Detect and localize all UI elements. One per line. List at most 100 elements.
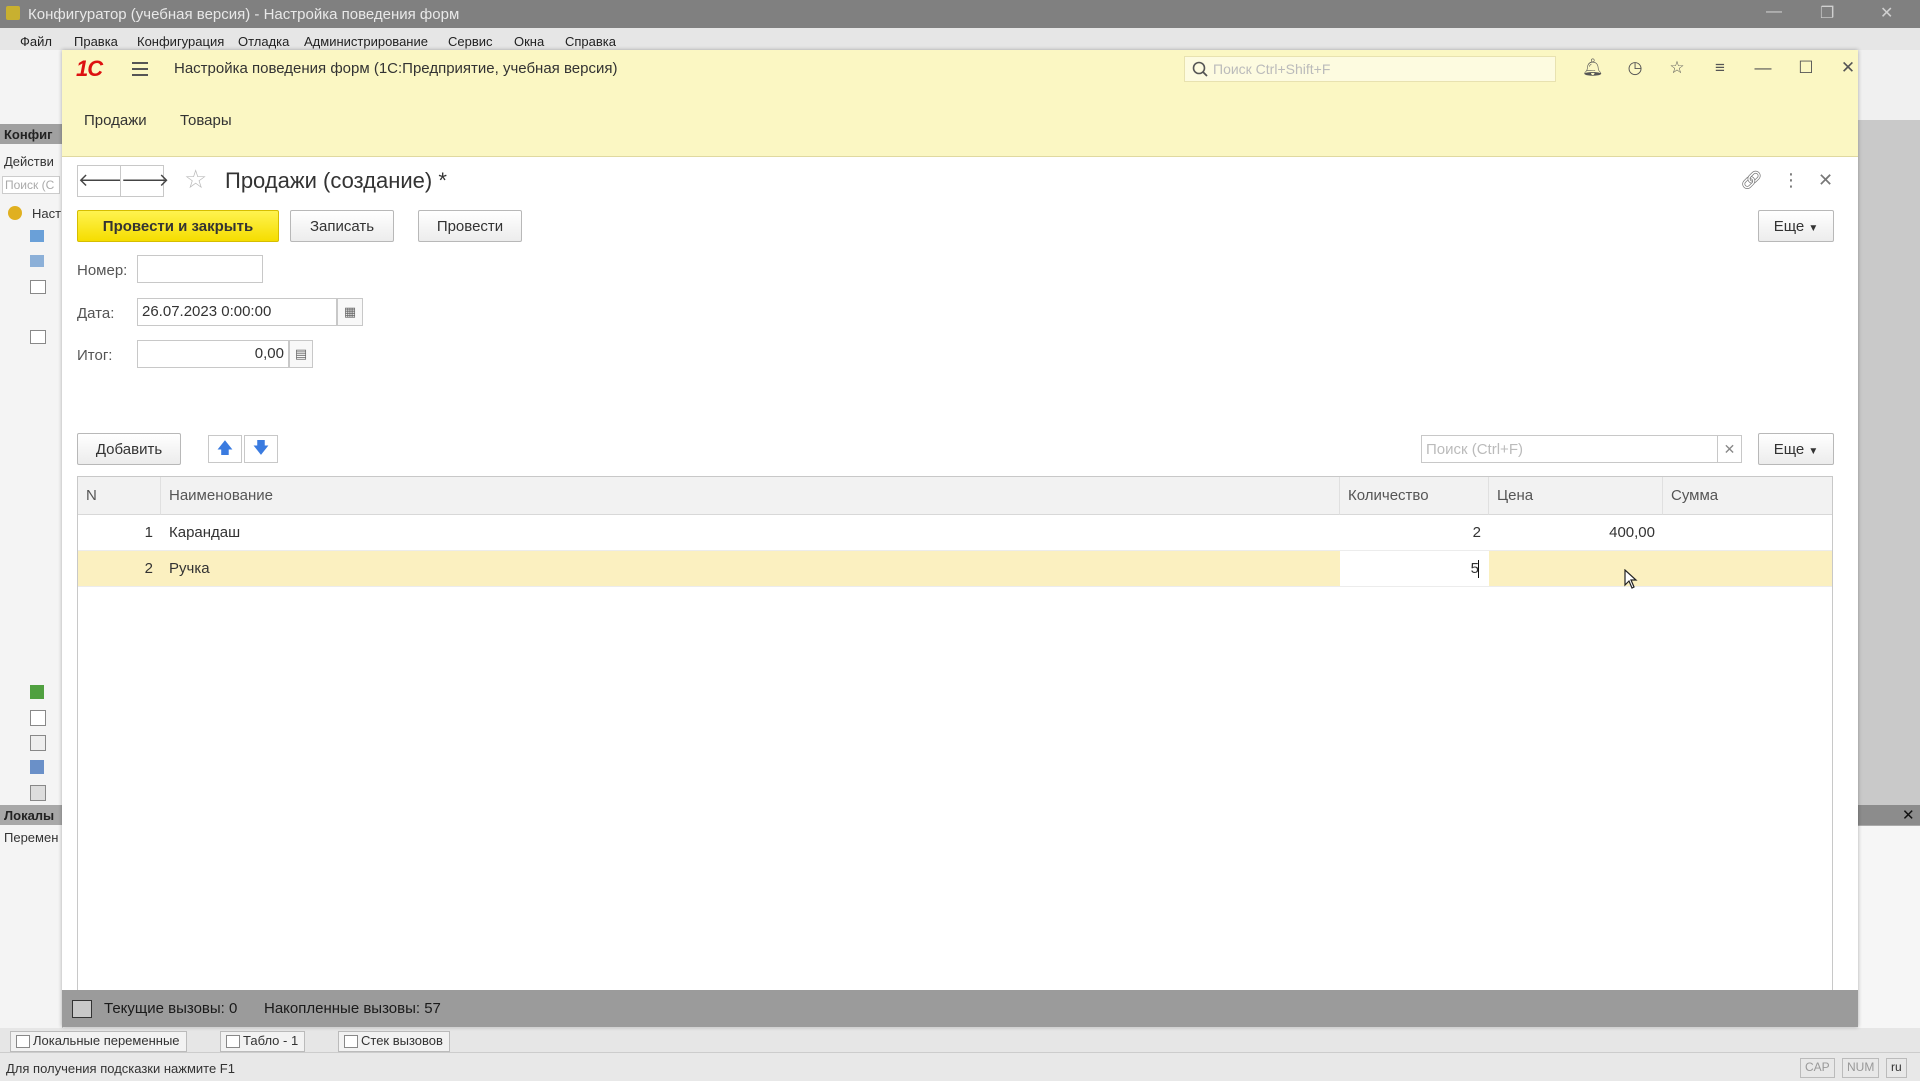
minimize-icon[interactable]: —: [1753, 58, 1773, 78]
menu-configuration[interactable]: Конфигурация: [137, 34, 224, 49]
menu-edit[interactable]: Правка: [74, 34, 118, 49]
back-button[interactable]: 🡐: [77, 165, 126, 197]
column-header-name[interactable]: Наименование: [161, 477, 1340, 515]
call-stack-icon: [344, 1035, 358, 1048]
more-settings-icon[interactable]: ≡: [1710, 58, 1730, 78]
tree-node-icon[interactable]: [30, 685, 44, 699]
menu-administration[interactable]: Администрирование: [304, 34, 428, 49]
actions-label[interactable]: Действи: [4, 154, 54, 169]
config-root-icon: [8, 206, 22, 220]
add-row-button[interactable]: Добавить: [77, 433, 181, 465]
favorite-star-icon[interactable]: ☆: [184, 164, 207, 195]
favorites-icon[interactable]: ☆: [1667, 58, 1687, 78]
tab-call-stack[interactable]: Стек вызовов: [338, 1031, 450, 1052]
locals-right-panel: [1858, 825, 1920, 1029]
more-label: Еще: [1773, 218, 1805, 235]
notifications-icon[interactable]: 🔔︎: [1582, 58, 1604, 78]
window-title-bar: 1С Настройка поведения форм (1С:Предприя…: [62, 50, 1858, 87]
maximize-icon[interactable]: ☐: [1796, 58, 1816, 78]
watch-icon: [226, 1035, 240, 1048]
tree-node-icon[interactable]: [30, 280, 46, 294]
section-sales[interactable]: Продажи: [84, 112, 147, 129]
table-search-input[interactable]: Поиск (Ctrl+F): [1421, 435, 1718, 463]
close-panel-icon[interactable]: ✕: [1902, 806, 1915, 824]
clear-search-icon[interactable]: ✕: [1718, 435, 1742, 463]
table-more-label: Еще: [1773, 441, 1805, 458]
section-goods[interactable]: Товары: [180, 112, 232, 129]
table-row[interactable]: 1 Карандаш 2 400,00: [78, 515, 1832, 551]
quantity-edit-field[interactable]: 5: [1340, 551, 1489, 586]
close-icon[interactable]: ✕: [1880, 3, 1893, 23]
config-root-label[interactable]: Наст: [32, 206, 61, 221]
column-header-quantity[interactable]: Количество: [1340, 477, 1489, 515]
tree-node-icon[interactable]: [30, 785, 46, 801]
menu-service[interactable]: Сервис: [448, 34, 493, 49]
configurator-left-panel: Конфиг Действи Поиск (С Наст Локалы Пере…: [0, 50, 63, 1030]
column-header-price[interactable]: Цена: [1489, 477, 1663, 515]
tree-node-icon[interactable]: [30, 760, 44, 774]
num-indicator: NUM: [1842, 1058, 1880, 1078]
row-sum: [1663, 551, 1832, 586]
arrow-pointer-icon: [1624, 568, 1638, 589]
post-and-close-button[interactable]: Провести и закрыть: [77, 210, 279, 242]
config-search-input[interactable]: Поиск (С: [2, 176, 60, 194]
configurator-title: Конфигуратор (учебная версия) - Настройк…: [28, 6, 460, 23]
goods-table: N Наименование Количество Цена Сумма 1 К…: [77, 476, 1833, 1024]
global-search-input[interactable]: Поиск Ctrl+Shift+F: [1184, 56, 1556, 82]
move-up-icon[interactable]: 🡅: [208, 435, 242, 463]
forward-button[interactable]: 🡒: [120, 165, 169, 197]
table-row-selected[interactable]: 2 Ручка 5: [78, 551, 1832, 587]
row-name[interactable]: Карандаш: [161, 515, 1340, 550]
more-actions-icon[interactable]: ⋮: [1782, 170, 1800, 191]
tab-watch[interactable]: Табло - 1: [220, 1031, 306, 1052]
post-button[interactable]: Провести: [418, 210, 522, 242]
calendar-icon[interactable]: ▦: [337, 298, 363, 326]
minimize-icon[interactable]: —: [1766, 3, 1782, 21]
locals-right-head: ✕: [1858, 805, 1920, 825]
column-header-n[interactable]: N: [78, 477, 161, 515]
menu-windows[interactable]: Окна: [514, 34, 544, 49]
tree-node-icon[interactable]: [30, 735, 46, 751]
restore-icon[interactable]: ❐: [1820, 3, 1834, 23]
number-field[interactable]: [137, 255, 263, 283]
row-sum: [1663, 515, 1832, 550]
row-price[interactable]: 400,00: [1489, 515, 1663, 550]
history-icon[interactable]: ◷: [1625, 58, 1645, 78]
date-label: Дата:: [77, 305, 115, 322]
tree-node-icon[interactable]: [30, 710, 46, 726]
main-menu-icon[interactable]: [132, 58, 148, 78]
calculator-icon[interactable]: ▤: [289, 340, 313, 368]
close-form-icon[interactable]: ✕: [1818, 170, 1833, 191]
close-icon[interactable]: ✕: [1838, 58, 1858, 78]
row-number: 1: [144, 524, 153, 541]
row-number: 2: [144, 560, 153, 577]
configurator-status-bar: Для получения подсказки нажмите F1 CAP N…: [0, 1052, 1920, 1081]
row-quantity[interactable]: 2: [1340, 515, 1489, 550]
table-more-button[interactable]: Еще ▼: [1758, 433, 1834, 465]
text-caret: [1478, 560, 1479, 578]
configurator-app-icon: [6, 6, 20, 20]
date-field[interactable]: 26.07.2023 0:00:00: [137, 298, 337, 326]
monitor-icon[interactable]: [72, 1000, 92, 1018]
menu-help[interactable]: Справка: [565, 34, 616, 49]
row-quantity-input[interactable]: 5: [1340, 551, 1489, 586]
form-title: Продажи (создание) *: [225, 168, 447, 193]
current-calls: Текущие вызовы: 0: [104, 1000, 238, 1017]
row-name[interactable]: Ручка: [161, 551, 1340, 586]
column-header-sum[interactable]: Сумма: [1663, 477, 1832, 515]
tree-node-icon[interactable]: [30, 255, 44, 267]
language-indicator[interactable]: ru: [1886, 1058, 1907, 1078]
tree-node-icon[interactable]: [30, 330, 46, 344]
tab-local-variables[interactable]: Локальные переменные: [10, 1031, 187, 1052]
tab-label: Стек вызовов: [361, 1033, 443, 1048]
move-down-icon[interactable]: 🡇: [244, 435, 278, 463]
link-icon[interactable]: 🔗︎: [1740, 170, 1763, 191]
variables-icon: [16, 1035, 30, 1048]
menu-debug[interactable]: Отладка: [238, 34, 289, 49]
tree-node-icon[interactable]: [30, 230, 44, 242]
configurator-right-area: [1858, 120, 1920, 815]
save-button[interactable]: Записать: [290, 210, 394, 242]
more-button[interactable]: Еще ▼: [1758, 210, 1834, 242]
menu-file[interactable]: Файл: [20, 34, 52, 49]
total-field[interactable]: 0,00: [137, 340, 289, 368]
